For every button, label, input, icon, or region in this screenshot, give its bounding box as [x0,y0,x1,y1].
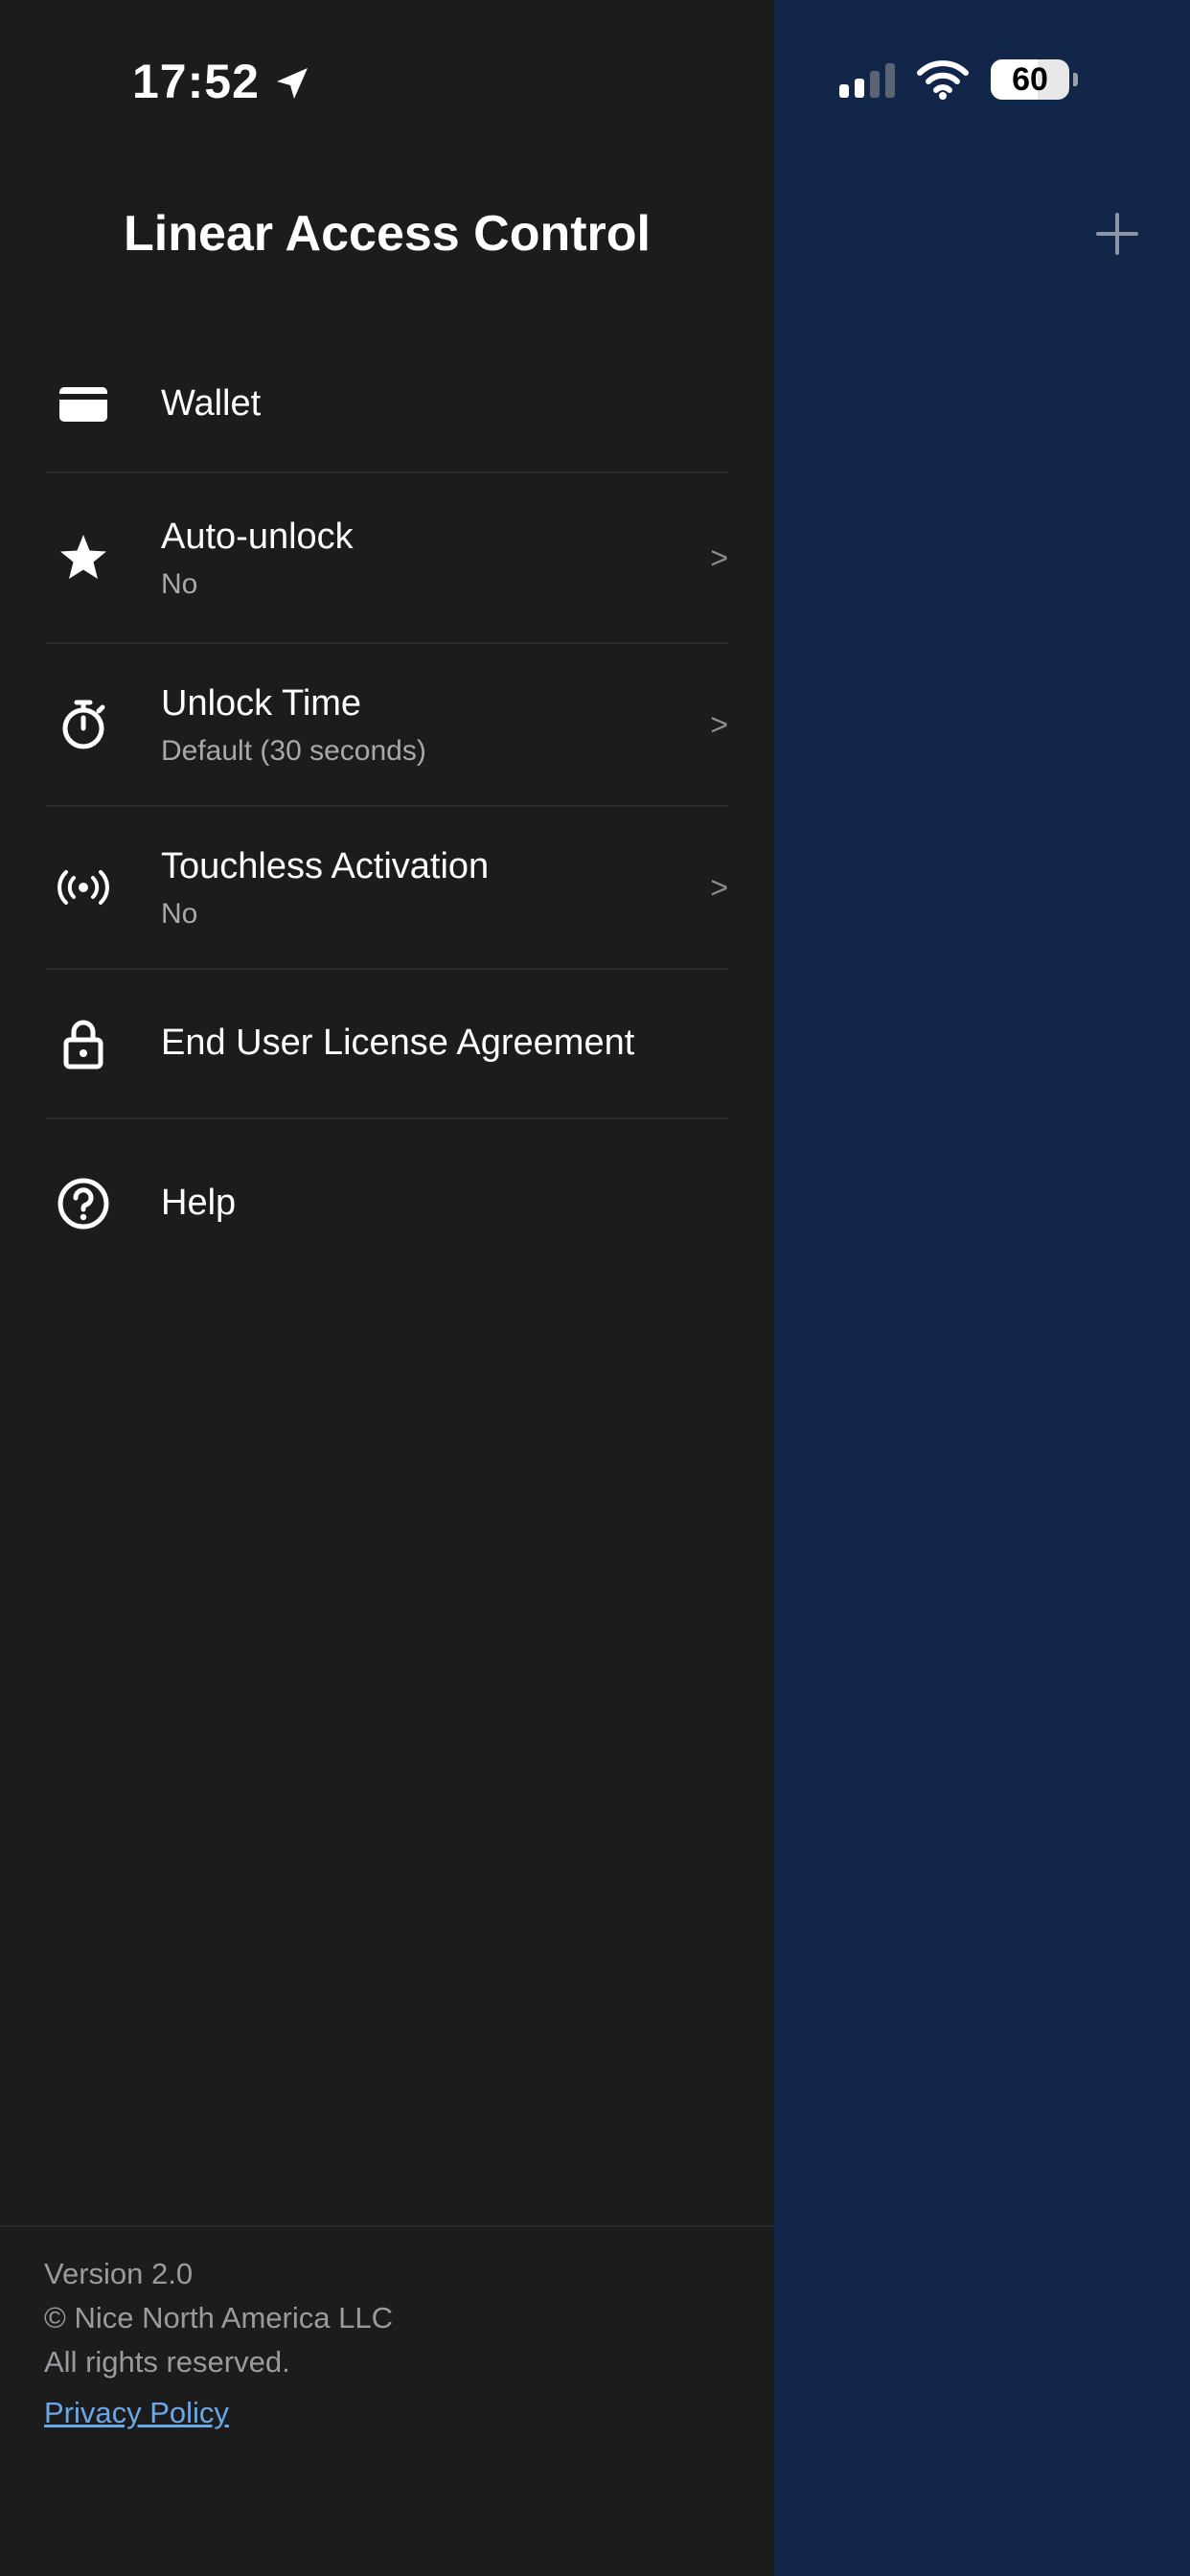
menu-item-label: End User License Agreement [161,1023,635,1064]
menu-item-label: Unlock Time [161,683,362,724]
side-drawer: 17:52 Linear Access Control Wallet Auto-… [0,0,774,2576]
menu-item-touchless-activation[interactable]: Touchless Activation No > [46,807,728,970]
battery-tip [1073,73,1078,86]
menu-item-eula[interactable]: End User License Agreement [46,970,728,1119]
menu-item-label: Help [161,1183,237,1224]
drawer-menu: Wallet Auto-unlock No > Unlock Time Defa… [46,337,728,1288]
help-icon [46,1163,126,1244]
menu-item-wallet[interactable]: Wallet [46,337,728,473]
star-icon [46,518,126,598]
lock-icon [46,1003,126,1084]
card-icon [46,364,126,445]
status-time: 17:52 [132,55,260,108]
version-text: Version 2.0 [44,2257,194,2290]
wifi-icon [917,60,969,100]
drawer-title: Linear Access Control [123,206,651,262]
menu-item-value: No [161,897,198,930]
privacy-policy-link[interactable]: Privacy Policy [44,2396,229,2430]
drawer-footer: Version 2.0 © Nice North America LLC All… [44,2252,393,2430]
chevron-right-icon: > [710,540,728,575]
chevron-right-icon: > [710,869,728,905]
broadcast-icon [46,847,126,928]
status-icons: 60 [839,56,1078,104]
main-pane [774,0,1190,2576]
menu-item-value: No [161,567,198,600]
app-screen: 17:52 Linear Access Control Wallet Auto-… [0,0,1190,2576]
menu-item-label: Auto-unlock [161,517,354,558]
cellular-signal-icon [839,61,895,98]
plus-icon [1096,213,1138,255]
menu-item-unlock-time[interactable]: Unlock Time Default (30 seconds) > [46,644,728,807]
rights-text: All rights reserved. [44,2345,290,2379]
chevron-right-icon: > [710,706,728,742]
copyright-text: © Nice North America LLC [44,2301,393,2334]
add-button[interactable] [1090,207,1144,261]
menu-item-value: Default (30 seconds) [161,734,426,767]
menu-item-label: Wallet [161,383,262,425]
menu-item-label: Touchless Activation [161,846,490,887]
status-time-group: 17:52 [132,48,311,115]
menu-item-auto-unlock[interactable]: Auto-unlock No > [46,473,728,644]
stopwatch-icon [46,684,126,765]
battery-level: 60 [1012,60,1048,98]
menu-item-help[interactable]: Help [46,1119,728,1288]
battery-icon: 60 [991,59,1069,100]
location-arrow-icon [276,68,308,99]
footer-divider [0,2225,774,2227]
